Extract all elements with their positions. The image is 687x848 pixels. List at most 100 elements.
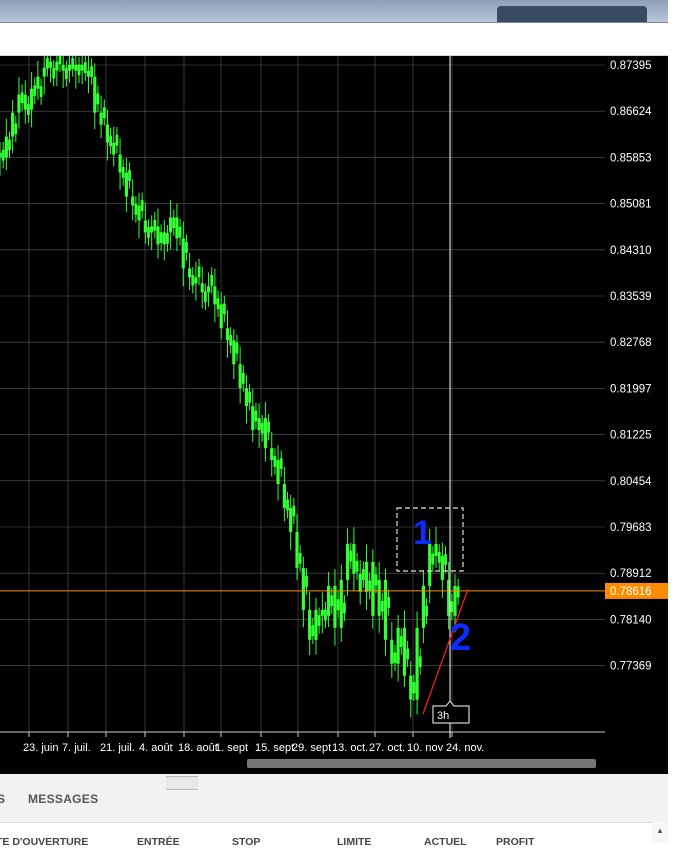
y-axis-label: 0.83539 (610, 291, 652, 303)
candle-body (147, 227, 150, 238)
tab-positions[interactable]: S (0, 792, 5, 806)
column-entry[interactable]: ENTRÉE (137, 836, 180, 848)
candle-body (453, 585, 457, 616)
scrollbar-thumb[interactable] (247, 759, 596, 768)
candle-body (52, 67, 56, 79)
candle-body (169, 217, 173, 233)
candle-body (197, 266, 201, 278)
candle-body (437, 551, 441, 563)
candle-body (140, 200, 144, 211)
candle-body (301, 567, 305, 610)
price-chart[interactable]: 0.87395 0.86624 0.85853 0.85081 0.84310 0.835… (0, 56, 668, 774)
candle-body (222, 303, 226, 315)
column-limit[interactable]: LIMITE (337, 836, 371, 848)
candle-body (128, 170, 131, 181)
scroll-up-icon[interactable]: ▲ (656, 826, 664, 835)
candle-body (361, 569, 365, 580)
positions-table-header (0, 822, 652, 844)
candle-body (181, 238, 185, 269)
candle-body (61, 64, 65, 71)
candle-body (0, 152, 2, 158)
x-axis-label: 18. août (178, 742, 218, 754)
y-axis-label: 0.81225 (610, 430, 652, 442)
candle-body (124, 172, 128, 197)
candle-body (409, 675, 413, 700)
candle-body (229, 334, 233, 346)
candle-body (298, 552, 302, 564)
y-axis-label: 0.85853 (610, 152, 652, 164)
candle-body (270, 448, 274, 461)
candle-body (11, 112, 15, 137)
column-stop[interactable]: STOP (232, 836, 260, 848)
y-axis-label: 0.82768 (610, 337, 652, 349)
window-controls[interactable] (497, 6, 647, 22)
candle-body (418, 656, 422, 668)
candle-body (358, 573, 362, 592)
candle-body (282, 484, 286, 509)
candle-body (90, 66, 94, 77)
chart-toolbar (0, 23, 687, 56)
candle-body (39, 86, 43, 97)
candle-body (93, 76, 97, 113)
candle-body (295, 531, 299, 568)
tab-messages[interactable]: MESSAGES (28, 792, 98, 806)
window-right-edge (668, 56, 687, 843)
candle-body (267, 421, 270, 433)
candle-body (349, 550, 353, 562)
candle-body (166, 233, 169, 244)
candle-body (17, 94, 21, 113)
candle-body (14, 123, 18, 135)
candle-body (42, 67, 46, 77)
candle-body (137, 205, 141, 221)
candle-body (371, 561, 375, 616)
candle-body (175, 217, 179, 239)
candle-body (206, 286, 211, 293)
current-price-label: 0.78616 (610, 586, 652, 598)
candle-body (311, 625, 315, 637)
candle-body (55, 61, 59, 71)
candle-body (317, 615, 321, 627)
candle-body (336, 599, 340, 611)
candle-body (320, 609, 324, 616)
candle-body (235, 342, 239, 354)
column-profit[interactable]: PROFIT (496, 836, 535, 848)
candle-body (200, 283, 204, 293)
candle-body (216, 298, 220, 310)
candle-body (308, 609, 312, 640)
timeframe-label: 3h (437, 710, 449, 722)
candle-body (276, 460, 280, 485)
candle-body (83, 62, 87, 74)
candle-body (238, 364, 242, 389)
candle-body (387, 597, 391, 608)
panel-resize-grip[interactable] (166, 776, 198, 790)
candle-body (99, 112, 103, 125)
x-axis-label: 27. oct. (369, 742, 405, 754)
candle-body (112, 142, 116, 155)
y-axis-label: 0.84310 (610, 245, 652, 257)
candle-body (71, 58, 75, 69)
y-axis-label: 0.85081 (610, 199, 652, 211)
x-axis-label: 15. sept (255, 742, 294, 754)
x-axis-label: 24. nov. (446, 742, 484, 754)
candle-body (8, 139, 11, 151)
candle-body (143, 220, 147, 233)
annotation-1: 1 (413, 514, 432, 552)
candle-body (36, 76, 40, 89)
annotation-2: 2 (450, 617, 471, 659)
chart-svg[interactable]: 0.87395 0.86624 0.85853 0.85081 0.84310 0.835… (0, 56, 668, 774)
candle-body (248, 391, 252, 403)
candle-body (27, 104, 30, 115)
candle-body (345, 543, 350, 580)
candle-body (178, 226, 182, 238)
candle-body (431, 553, 435, 565)
column-open-date[interactable]: TE D'OUVERTURE (0, 836, 88, 848)
y-axis-label: 0.80454 (610, 476, 652, 488)
candle-body (289, 508, 293, 532)
candle-body (456, 586, 460, 598)
candle-body (244, 388, 249, 407)
candle-body (219, 304, 223, 329)
column-current[interactable]: ACTUEL (424, 836, 467, 848)
candle-body (172, 217, 176, 229)
candle-body (118, 154, 122, 173)
candle-body (225, 328, 230, 341)
